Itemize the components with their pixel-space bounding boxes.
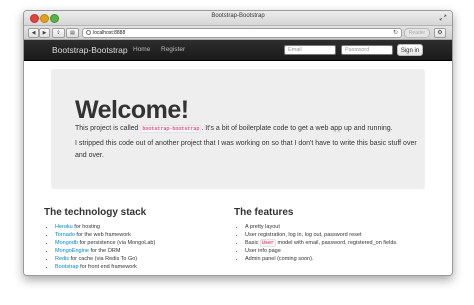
features-section: The features A pretty layout User regist… xyxy=(234,207,398,263)
list-item: Admin panel (coming soon). xyxy=(245,255,398,263)
tech-desc: for the web framework xyxy=(74,232,131,238)
forward-icon: ▶ xyxy=(42,30,47,36)
bookmarks-icon: ▤ xyxy=(70,30,75,36)
nav-link-home[interactable]: Home xyxy=(133,46,150,53)
navbar-brand[interactable]: Bootstrap-Bootstrap xyxy=(52,45,128,55)
list-item: Mongodb for persistence (via MongoLab) xyxy=(55,239,155,247)
back-icon: ◀ xyxy=(31,30,36,36)
tech-link-bootstrap[interactable]: Bootstrap xyxy=(55,264,79,270)
address-bar[interactable]: localhost:8888 ↻ xyxy=(82,28,402,38)
tech-stack-section: The technology stack Heroku for hosting … xyxy=(44,207,155,271)
page-content: Welcome! This project is called bootstra… xyxy=(24,61,452,275)
hero-intro-after: . It's a bit of boilerplate code to get … xyxy=(201,125,393,132)
url-text: localhost:8888 xyxy=(93,30,126,36)
tech-stack-title: The technology stack xyxy=(44,207,147,218)
globe-icon xyxy=(86,30,91,35)
list-item: MongoEngine for the ORM xyxy=(55,247,155,255)
list-item: Basic User model with email, password, r… xyxy=(245,239,398,247)
list-item: Redis for cache (via Redis To Go) xyxy=(55,255,155,263)
list-item: Tornado for the web framework xyxy=(55,231,155,239)
back-button[interactable]: ◀ xyxy=(28,28,39,38)
reader-button[interactable]: Reader xyxy=(404,28,430,38)
hero-unit: Welcome! This project is called bootstra… xyxy=(51,69,425,189)
tech-link-heroku[interactable]: Heroku xyxy=(55,224,73,230)
tech-link-mongoengine[interactable]: MongoEngine xyxy=(55,248,89,254)
fullscreen-icon[interactable] xyxy=(439,14,447,21)
gear-icon[interactable]: ⚙ xyxy=(434,28,446,38)
sign-in-button[interactable]: Sign in xyxy=(397,44,423,56)
hero-intro: This project is called bootstrap-bootstr… xyxy=(75,123,415,135)
hero-description: I stripped this code out of another proj… xyxy=(75,140,417,159)
tech-desc: for hosting xyxy=(72,224,100,230)
features-list: A pretty layout User registration, log i… xyxy=(234,223,398,263)
nav-link-register[interactable]: Register xyxy=(161,46,185,53)
tech-desc: for the ORM xyxy=(88,248,121,254)
user-model-code: User xyxy=(259,239,276,247)
browser-toolbar: ◀ ▶ ⇪ ▤ localhost:8888 ↻ Reader ⚙ xyxy=(24,26,452,40)
hero-heading: Welcome! xyxy=(75,96,189,124)
tech-link-tornado[interactable]: Tornado xyxy=(55,232,75,238)
tech-desc: for cache (via Redis To Go) xyxy=(69,256,138,262)
tech-desc: for front end framework xyxy=(78,264,137,270)
reload-icon[interactable]: ↻ xyxy=(393,29,398,36)
window-title: Bootstrap-Bootstrap xyxy=(211,13,265,19)
window-titlebar: Bootstrap-Bootstrap xyxy=(24,11,452,26)
share-icon: ⇪ xyxy=(56,30,61,36)
feature-text-before: Basic xyxy=(245,240,260,246)
password-field[interactable] xyxy=(341,45,393,55)
list-item: Bootstrap for front end framework xyxy=(55,263,155,271)
list-item: Heroku for hosting xyxy=(55,223,155,231)
tech-link-mongodb[interactable]: Mongodb xyxy=(55,240,78,246)
site-navbar: Bootstrap-Bootstrap Home Register Sign i… xyxy=(24,40,452,61)
tech-stack-list: Heroku for hosting Tornado for the web f… xyxy=(44,223,155,271)
email-field[interactable] xyxy=(284,45,336,55)
list-item: User info page xyxy=(245,247,398,255)
project-name-code: bootstrap-bootstrap xyxy=(140,125,202,133)
tech-desc: for persistence (via MongoLab) xyxy=(77,240,156,246)
features-title: The features xyxy=(234,207,294,218)
list-item: User registration, log in, log out, pass… xyxy=(245,231,398,239)
tech-link-redis[interactable]: Redis xyxy=(55,256,69,262)
hero-intro-before: This project is called xyxy=(75,125,141,132)
feature-text-after: model with email, password, registered_o… xyxy=(276,240,398,246)
browser-window: Bootstrap-Bootstrap ◀ ▶ ⇪ ▤ localhost:88… xyxy=(23,10,453,276)
forward-button[interactable]: ▶ xyxy=(39,28,50,38)
bookmarks-button[interactable]: ▤ xyxy=(66,28,79,38)
list-item: A pretty layout xyxy=(245,223,398,231)
share-button[interactable]: ⇪ xyxy=(52,28,65,38)
